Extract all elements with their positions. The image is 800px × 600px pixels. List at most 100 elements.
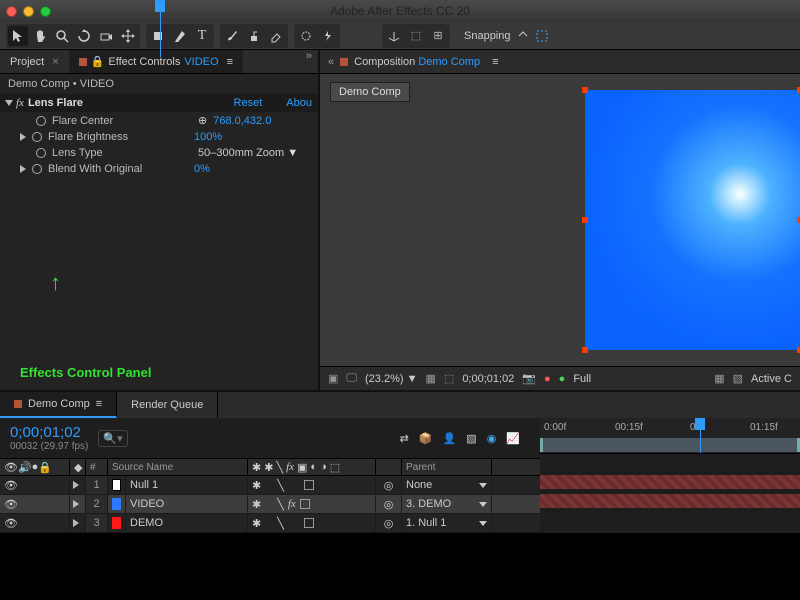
composition-viewer[interactable]: Demo Comp (320, 74, 800, 366)
shy-switch[interactable]: ✱ (252, 479, 261, 492)
crosshair-icon[interactable]: ⊕ (198, 114, 207, 127)
monitor-icon[interactable]: 🖵 (346, 372, 357, 385)
lock-icon[interactable]: 🔒 (91, 55, 105, 68)
prop-value[interactable]: 100% (194, 131, 222, 143)
parent-column[interactable]: Parent (402, 459, 492, 475)
text-tool[interactable]: T (192, 26, 212, 46)
layer-name[interactable]: Null 1 (126, 476, 248, 494)
axis-local-icon[interactable] (384, 26, 404, 46)
lock-column-icon[interactable]: 🔒 (38, 461, 52, 474)
layer-row[interactable]: 👁1Null 1✱╲◎None (0, 476, 540, 495)
layer-bar[interactable] (540, 475, 800, 489)
brush-tool[interactable] (222, 26, 242, 46)
nav-back-icon[interactable]: « (328, 56, 334, 68)
solo-column-icon[interactable]: ● (32, 461, 39, 473)
source-name-column[interactable]: Source Name (108, 459, 248, 475)
shy-switch[interactable]: ✱ (252, 498, 261, 511)
zoom-menu[interactable]: (23.2%) ▼ (365, 373, 417, 385)
shape-tool[interactable] (148, 26, 168, 46)
shy-icon[interactable]: 👤 (443, 432, 457, 445)
quality-switch[interactable]: ╲ (277, 479, 284, 492)
effect-header[interactable]: fx Lens Flare Reset Abou (0, 94, 318, 112)
audio-column-icon[interactable]: 🔊 (18, 461, 32, 474)
safe-zones-icon[interactable]: ⬚ (444, 372, 454, 385)
view-menu[interactable]: Active C (751, 373, 792, 385)
layer-color-swatch[interactable] (112, 498, 121, 510)
graph-editor-icon[interactable]: 📈 (506, 432, 520, 445)
layer-name[interactable]: DEMO (126, 514, 248, 532)
prop-value[interactable]: 0% (194, 163, 210, 175)
about-link[interactable]: Abou (286, 97, 312, 109)
disclosure-icon[interactable] (73, 500, 79, 508)
pickwhip-icon[interactable]: ◎ (384, 517, 394, 530)
track-row[interactable] (540, 473, 800, 492)
channel-green-icon[interactable]: ● (559, 373, 566, 385)
snapshot-icon[interactable]: 📷 (522, 372, 536, 385)
comp-flowchart-label[interactable]: Demo Comp (330, 82, 410, 102)
visibility-toggle[interactable]: 👁 (4, 498, 18, 511)
parent-dropdown[interactable]: 3. DEMO (402, 495, 492, 513)
region-icon[interactable]: ▧ (733, 372, 743, 385)
disclosure-icon[interactable] (73, 519, 79, 527)
frame-blend-switch[interactable] (304, 518, 314, 528)
disclosure-icon[interactable] (20, 133, 26, 141)
pen-tool[interactable] (170, 26, 190, 46)
snapping-toggle[interactable]: Snapping (464, 29, 549, 43)
frame-blend-icon[interactable]: ▧ (466, 432, 476, 445)
frame-blend-switch[interactable] (300, 499, 310, 509)
puppet-tool[interactable] (318, 26, 338, 46)
track-row[interactable] (540, 492, 800, 511)
axis-world-icon[interactable]: ⬚ (406, 26, 426, 46)
disclosure-icon[interactable] (20, 165, 26, 173)
viewer-timecode[interactable]: 0;00;01;02 (462, 373, 514, 385)
alpha-toggle-icon[interactable]: ▣ (328, 372, 338, 385)
camera-tool[interactable] (96, 26, 116, 46)
overflow-chevron-icon[interactable]: » (300, 50, 318, 73)
comp-mini-flowchart-icon[interactable]: ⇄ (400, 432, 409, 445)
zoom-tool[interactable] (52, 26, 72, 46)
traffic-minimize-button[interactable] (23, 6, 34, 17)
disclosure-icon[interactable] (73, 481, 79, 489)
parent-dropdown[interactable]: None (402, 476, 492, 494)
tab-composition[interactable]: Composition Demo Comp (354, 56, 480, 68)
quality-switch[interactable]: ╲ (277, 498, 284, 511)
eye-column-icon[interactable]: 👁 (4, 461, 18, 474)
stopwatch-icon[interactable] (32, 132, 42, 142)
lens-type-dropdown[interactable]: 50–300mm Zoom ▼ (198, 147, 298, 159)
layer-color-swatch[interactable] (112, 479, 121, 491)
selection-tool[interactable] (8, 26, 28, 46)
tab-timeline-comp[interactable]: Demo Comp ≡ (0, 392, 117, 418)
draft3d-icon[interactable]: 📦 (419, 432, 433, 445)
layer-search-input[interactable]: 🔍▾ (98, 430, 127, 447)
eraser-tool[interactable] (266, 26, 286, 46)
tab-render-queue[interactable]: Render Queue (117, 392, 218, 418)
traffic-close-button[interactable] (6, 6, 17, 17)
traffic-zoom-button[interactable] (40, 6, 51, 17)
resolution-menu[interactable]: Full (573, 373, 591, 385)
quality-switch[interactable]: ╲ (277, 517, 284, 530)
hand-tool[interactable] (30, 26, 50, 46)
axis-view-icon[interactable]: ⊞ (428, 26, 448, 46)
stopwatch-icon[interactable] (32, 164, 42, 174)
pan-behind-tool[interactable] (118, 26, 138, 46)
transform-handle[interactable] (582, 87, 588, 93)
panel-menu-icon[interactable]: ≡ (492, 56, 498, 68)
grid-icon[interactable]: ▦ (714, 372, 724, 385)
channel-red-icon[interactable]: ● (544, 373, 551, 385)
transform-handle[interactable] (582, 217, 588, 223)
playhead[interactable] (700, 418, 701, 453)
tab-effect-controls[interactable]: 🔒 Effect Controls VIDEO ≡ (69, 50, 243, 73)
reset-link[interactable]: Reset (234, 97, 263, 109)
disclosure-icon[interactable] (5, 100, 13, 106)
panel-menu-icon[interactable]: ≡ (227, 56, 233, 68)
layer-row[interactable]: 👁3DEMO✱╲◎1. Null 1 (0, 514, 540, 533)
frame-blend-switch[interactable] (304, 480, 314, 490)
close-icon[interactable]: × (52, 56, 58, 68)
stopwatch-icon[interactable] (36, 116, 46, 126)
tracks[interactable] (540, 454, 800, 511)
visibility-toggle[interactable]: 👁 (4, 517, 18, 530)
tab-project[interactable]: Project× (0, 50, 69, 73)
parent-dropdown[interactable]: 1. Null 1 (402, 514, 492, 532)
comp-canvas[interactable] (585, 90, 800, 350)
layer-color-swatch[interactable] (112, 517, 121, 529)
